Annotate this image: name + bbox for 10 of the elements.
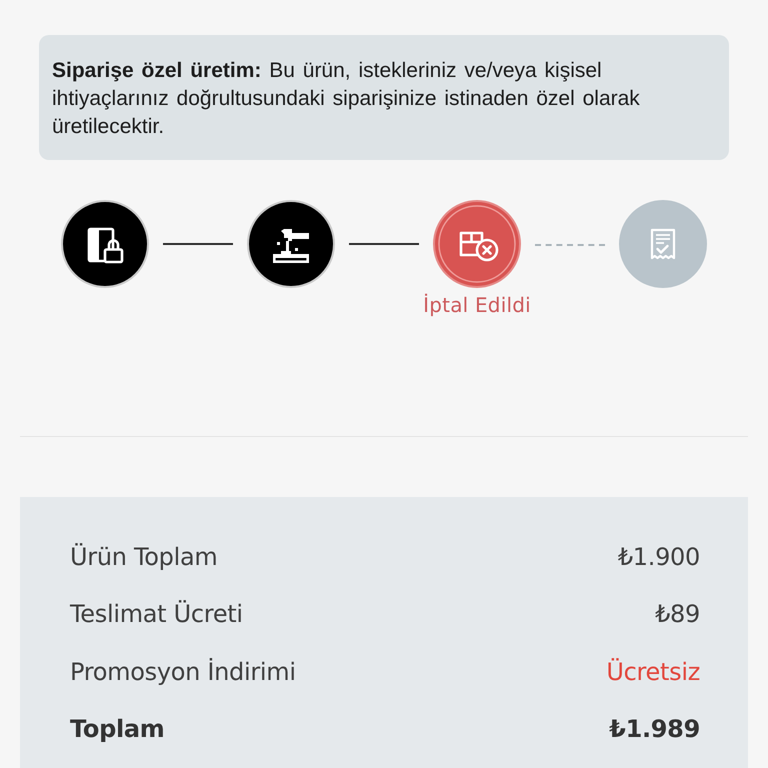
summary-value: ₺89 <box>655 600 700 628</box>
summary-value: Ücretsiz <box>606 658 700 686</box>
notice-text: Siparişe özel üretim: Bu ürün, istekleriniz ve/veya kişisel ihtiyaçlarınız doğrultusundaki siparişinize istinaden özel olarak üretilecektir. <box>52 58 641 140</box>
summary-value: ₺1.900 <box>618 542 700 571</box>
summary-label: Promosyon İndirimi <box>70 658 296 686</box>
step-label: İptal Edildi <box>423 293 531 317</box>
summary-label: Teslimat Ücreti <box>70 600 243 628</box>
summary-label: Toplam <box>70 715 164 744</box>
summary-value: ₺1.989 <box>609 715 700 744</box>
summary-label: Ürün Toplam <box>70 542 218 571</box>
